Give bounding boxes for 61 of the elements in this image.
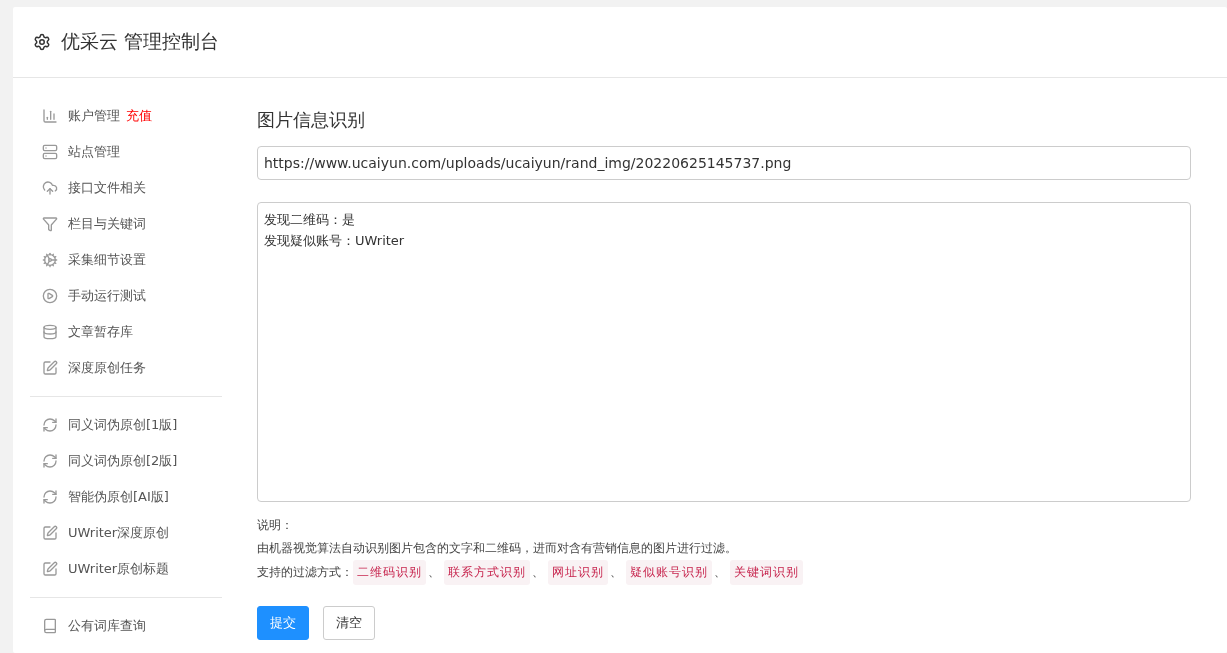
refresh-icon: [42, 417, 58, 433]
console-title: 优采云 管理控制台: [61, 29, 220, 54]
sidebar-label: 深度原创任务: [68, 359, 146, 377]
bar-chart-icon: [42, 108, 58, 124]
sidebar-item[interactable]: 同义词伪原创[1版]: [30, 407, 222, 443]
book-icon: [42, 618, 58, 634]
sidebar-item[interactable]: 深度原创任务: [30, 350, 222, 386]
sidebar-label: 同义词伪原创[2版]: [68, 452, 178, 470]
filter-icon: [42, 216, 58, 232]
notes-heading: 说明：: [257, 517, 294, 534]
gear-icon: [42, 252, 58, 268]
sidebar-label: 智能伪原创[AI版]: [68, 488, 169, 506]
server-icon: [42, 144, 58, 160]
description-text: 由机器视觉算法自动识别图片包含的文字和二维码，进而对含有营销信息的图片进行过滤。: [257, 540, 738, 557]
sidebar-label: UWriter原创标题: [68, 560, 170, 578]
sidebar-label: 同义词伪原创[1版]: [68, 416, 178, 434]
sidebar-item[interactable]: UWriter原创标题: [30, 551, 222, 587]
sidebar-item[interactable]: 采集细节设置: [30, 242, 222, 278]
play-icon: [42, 288, 58, 304]
cloud-upload-icon: [42, 180, 58, 196]
sidebar-item[interactable]: 智能伪原创[AI版]: [30, 479, 222, 515]
clear-button[interactable]: 清空: [323, 606, 375, 640]
sidebar-label: 采集细节设置: [68, 251, 146, 269]
sidebar-label: 文章暂存库: [68, 323, 133, 341]
refresh-icon: [42, 489, 58, 505]
settings-icon: [33, 33, 51, 51]
sidebar-item[interactable]: 手动运行测试: [30, 278, 222, 314]
sidebar-item[interactable]: 接口文件相关: [30, 170, 222, 206]
sidebar-label: 栏目与关键词: [68, 215, 146, 233]
filter-tag: 疑似账号识别: [626, 560, 712, 585]
sidebar-item[interactable]: 账户管理 充值: [30, 98, 222, 134]
url-field[interactable]: https://www.ucaiyun.com/uploads/ucaiyun/rand_img/20220625145737.png: [257, 146, 1191, 180]
sidebar-label: 账户管理: [68, 107, 120, 125]
sidebar-label: UWriter深度原创: [68, 524, 170, 542]
sidebar-label: 手动运行测试: [68, 287, 146, 305]
sidebar-item[interactable]: UWriter深度原创: [30, 515, 222, 551]
edit-icon: [42, 360, 58, 376]
sidebar-label: 站点管理: [68, 143, 120, 161]
separator: 、: [428, 564, 440, 581]
filter-tag: 二维码识别: [353, 560, 426, 585]
page-title: 图片信息识别: [257, 108, 366, 132]
filters-label: 支持的过滤方式：: [257, 564, 353, 581]
result-field[interactable]: 发现二维码：是 发现疑似账号：UWriter: [257, 202, 1191, 502]
sidebar-label: 公有词库查询: [68, 617, 146, 635]
filter-tag: 关键词识别: [730, 560, 803, 585]
sidebar-item[interactable]: 同义词伪原创[2版]: [30, 443, 222, 479]
filter-tag: 联系方式识别: [444, 560, 530, 585]
edit-icon: [42, 561, 58, 577]
recharge-link[interactable]: 充值: [126, 107, 152, 125]
sidebar-item[interactable]: 文章暂存库: [30, 314, 222, 350]
database-icon: [42, 324, 58, 340]
sidebar-item[interactable]: 栏目与关键词: [30, 206, 222, 242]
separator: 、: [610, 564, 622, 581]
separator: 、: [714, 564, 726, 581]
sidebar-item[interactable]: 公有词库查询: [30, 608, 222, 644]
refresh-icon: [42, 453, 58, 469]
sidebar-item[interactable]: 站点管理: [30, 134, 222, 170]
separator: 、: [532, 564, 544, 581]
edit-icon: [42, 525, 58, 541]
filter-tag: 网址识别: [548, 560, 608, 585]
sidebar-label: 接口文件相关: [68, 179, 146, 197]
